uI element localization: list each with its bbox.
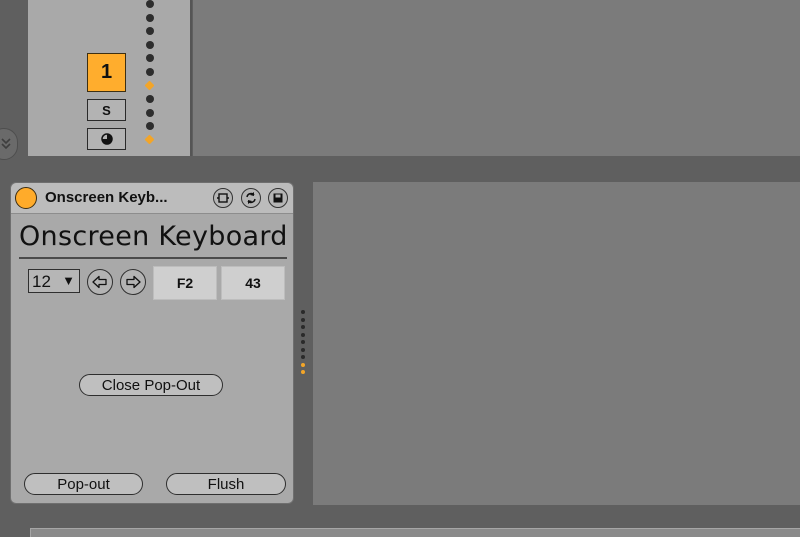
meter-dot bbox=[301, 355, 305, 359]
arrow-left-icon bbox=[92, 275, 107, 289]
meter-dot bbox=[144, 134, 155, 145]
fold-button[interactable] bbox=[213, 188, 233, 208]
clip-area bbox=[193, 0, 800, 156]
meter-dot bbox=[145, 40, 154, 49]
meter-dot bbox=[301, 370, 305, 374]
meter-dot bbox=[145, 13, 154, 22]
device-power-button[interactable] bbox=[15, 187, 37, 209]
heading-divider bbox=[19, 257, 287, 259]
flush-button[interactable]: Flush bbox=[166, 473, 286, 495]
bottom-panel-edge bbox=[30, 528, 800, 537]
track-header: 1 S bbox=[28, 0, 192, 156]
save-preset-icon bbox=[273, 193, 283, 203]
meter-dot bbox=[301, 362, 305, 367]
meter-dot bbox=[145, 95, 154, 104]
meter-dot bbox=[145, 27, 154, 36]
octave-dropdown[interactable]: 12 ▼ bbox=[28, 269, 80, 293]
meter-dot bbox=[145, 54, 154, 63]
meter-dot bbox=[145, 122, 154, 131]
onscreen-keyboard-device: Onscreen Keyb... Onscreen Keyboard 12 ▼ bbox=[10, 182, 294, 504]
collapse-button[interactable] bbox=[0, 128, 18, 160]
meter-dot bbox=[301, 332, 305, 337]
meter-dot bbox=[145, 68, 154, 76]
meter-dot bbox=[144, 80, 155, 91]
hot-swap-button[interactable] bbox=[241, 188, 261, 208]
device-chain-empty-area bbox=[313, 182, 800, 505]
meter-dot bbox=[145, 108, 154, 117]
meter-dot bbox=[301, 340, 305, 344]
popout-button[interactable]: Pop-out bbox=[24, 473, 143, 495]
device-title-bar[interactable]: Onscreen Keyb... bbox=[11, 183, 293, 214]
monitor-button[interactable] bbox=[87, 128, 126, 150]
meter-dot bbox=[301, 310, 305, 314]
octave-value: 12 bbox=[32, 272, 51, 291]
save-preset-button[interactable] bbox=[268, 188, 288, 208]
close-popout-button[interactable]: Close Pop-Out bbox=[79, 374, 223, 396]
meter-dot bbox=[301, 317, 305, 322]
track-activator-button[interactable]: 1 bbox=[87, 53, 126, 92]
fold-icon bbox=[217, 193, 229, 203]
arrow-right-icon bbox=[126, 275, 141, 289]
solo-button[interactable]: S bbox=[87, 99, 126, 121]
octave-up-button[interactable] bbox=[120, 269, 146, 295]
hot-swap-icon bbox=[246, 192, 256, 204]
dropdown-arrow-icon: ▼ bbox=[62, 273, 75, 288]
octave-down-button[interactable] bbox=[87, 269, 113, 295]
device-heading: Onscreen Keyboard bbox=[19, 221, 288, 252]
meter-dot bbox=[145, 0, 154, 8]
note-name-display[interactable]: F2 bbox=[153, 266, 217, 300]
device-level-meter bbox=[301, 310, 305, 380]
half-circle-icon bbox=[100, 133, 113, 145]
double-chevron-down-icon bbox=[1, 138, 11, 150]
midi-note-display[interactable]: 43 bbox=[221, 266, 285, 300]
meter-dot bbox=[301, 347, 305, 352]
device-title: Onscreen Keyb... bbox=[45, 189, 168, 206]
meter-dot bbox=[301, 325, 305, 329]
